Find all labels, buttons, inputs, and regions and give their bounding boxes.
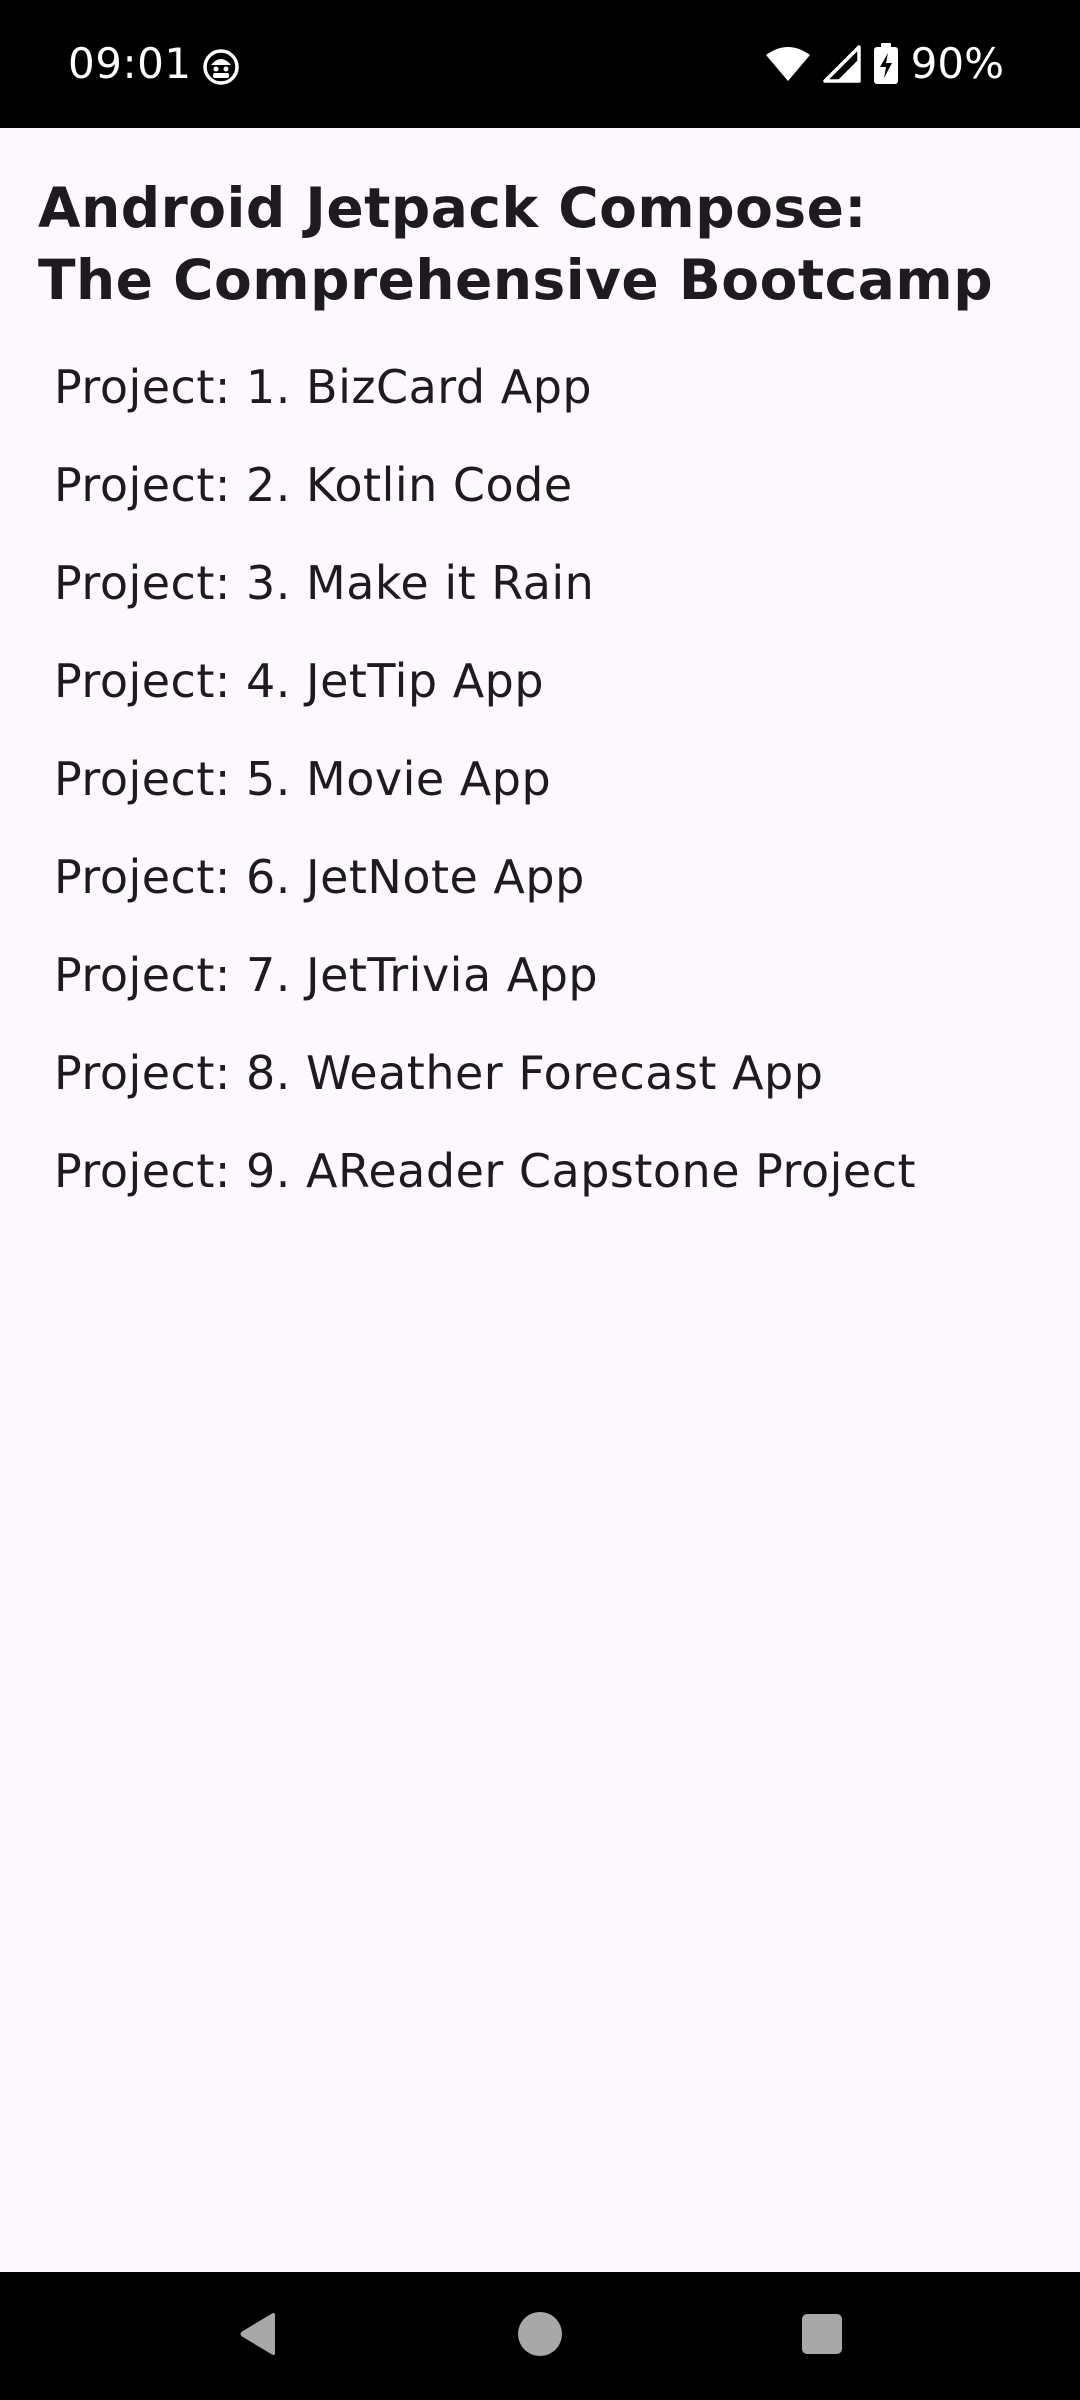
project-item[interactable]: Project: 2. Kotlin Code [54, 436, 916, 534]
wifi-icon [765, 45, 811, 83]
project-item[interactable]: Project: 1. BizCard App [54, 338, 916, 436]
project-item[interactable]: Project: 9. AReader Capstone Project [54, 1122, 916, 1220]
battery-percent: 90% [910, 39, 1004, 88]
cellular-signal-icon [822, 45, 861, 83]
project-item[interactable]: Project: 3. Make it Rain [54, 534, 916, 632]
battery-charging-icon [873, 43, 899, 85]
app-notification-icon [202, 48, 240, 86]
page-title-line-1: Android Jetpack Compose: [38, 176, 867, 240]
project-item[interactable]: Project: 6. JetNote App [54, 828, 916, 926]
page-title-line-2: The Comprehensive Bootcamp [38, 248, 994, 312]
navigation-bar [0, 2272, 1080, 2400]
main-content: Android Jetpack Compose: The Comprehensi… [0, 128, 1080, 2272]
page-title: Android Jetpack Compose: The Comprehensi… [38, 172, 1038, 316]
project-item[interactable]: Project: 7. JetTrivia App [54, 926, 916, 1024]
home-circle-icon [517, 2311, 563, 2362]
home-button[interactable] [480, 2272, 600, 2400]
project-item[interactable]: Project: 4. JetTip App [54, 632, 916, 730]
project-item[interactable]: Project: 5. Movie App [54, 730, 916, 828]
app-screen: 09:01 90% Android Jetpack Compose: The C… [0, 0, 1080, 2400]
back-button[interactable] [198, 2272, 318, 2400]
project-item[interactable]: Project: 8. Weather Forecast App [54, 1024, 916, 1122]
status-indicators: 90% [765, 36, 1004, 92]
recents-square-icon [801, 2313, 843, 2360]
recents-button[interactable] [762, 2272, 882, 2400]
status-time: 09:01 [68, 39, 192, 88]
back-triangle-icon [237, 2311, 279, 2362]
project-list: Project: 1. BizCard App Project: 2. Kotl… [54, 338, 916, 1220]
status-bar: 09:01 90% [0, 0, 1080, 128]
